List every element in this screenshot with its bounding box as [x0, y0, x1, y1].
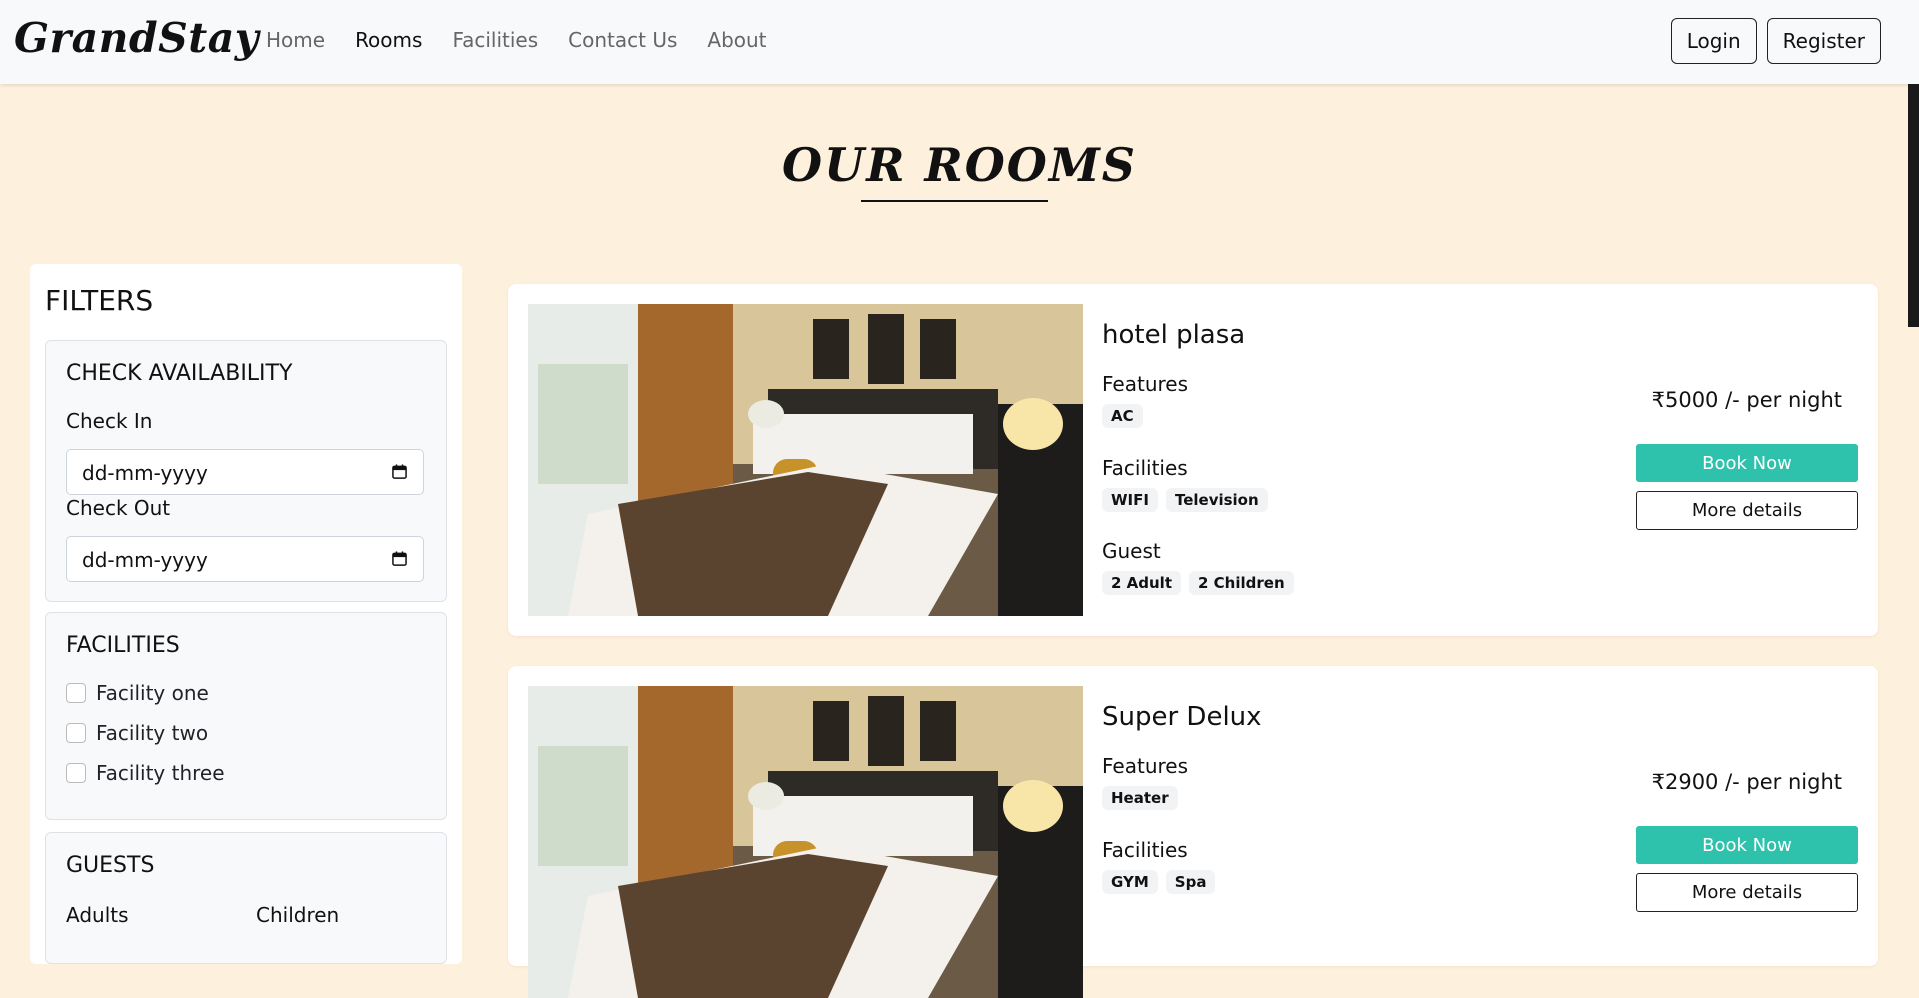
nav-link-home[interactable]: Home — [266, 28, 325, 52]
facility-checkbox[interactable] — [66, 683, 86, 703]
nav-link-facilities[interactable]: Facilities — [452, 28, 538, 52]
features-badges: AC — [1102, 404, 1143, 428]
facility-badge: Television — [1165, 488, 1268, 512]
guest-badge: 2 Children — [1189, 571, 1294, 595]
register-button[interactable]: Register — [1766, 18, 1881, 64]
facilities-filter-box: FACILITIES Facility one Facility two Fac… — [45, 612, 447, 820]
room-card: hotel plasa Features AC Facilities WIFI … — [508, 284, 1878, 636]
facilities-badges: WIFI Television — [1102, 488, 1268, 512]
check-out-label: Check Out — [66, 496, 171, 520]
facilities-filter-title: FACILITIES — [66, 633, 180, 658]
room-name: Super Delux — [1102, 702, 1262, 732]
check-out-input[interactable]: dd-mm-yyyy — [66, 536, 424, 582]
feature-badge: AC — [1102, 404, 1143, 428]
room-image[interactable] — [528, 304, 1083, 616]
filters-title: FILTERS — [45, 284, 154, 317]
features-badges: Heater — [1102, 786, 1178, 810]
facilities-title: Facilities — [1102, 838, 1188, 862]
guests-filter-box: GUESTS Adults Children — [45, 832, 447, 964]
check-in-input[interactable]: dd-mm-yyyy — [66, 449, 424, 495]
facility-option-label: Facility two — [96, 721, 209, 745]
nav-links: Home Rooms Facilities Contact Us About — [266, 28, 767, 52]
adults-label: Adults — [66, 903, 129, 927]
facility-option[interactable]: Facility one — [66, 681, 209, 705]
more-details-button[interactable]: More details — [1636, 873, 1858, 912]
guest-title: Guest — [1102, 539, 1161, 563]
room-photo — [528, 686, 1083, 998]
book-now-button[interactable]: Book Now — [1636, 444, 1858, 482]
auth-buttons: Login Register — [1670, 18, 1881, 64]
login-button[interactable]: Login — [1670, 18, 1757, 64]
children-label: Children — [256, 903, 340, 927]
facility-badge: Spa — [1165, 870, 1216, 894]
facility-option-label: Facility one — [96, 681, 209, 705]
more-details-button[interactable]: More details — [1636, 491, 1858, 530]
guests-filter-title: GUESTS — [66, 853, 155, 878]
room-card: Super Delux Features Heater Facilities G… — [508, 666, 1878, 998]
facility-badge: WIFI — [1102, 488, 1158, 512]
nav-link-about[interactable]: About — [707, 28, 766, 52]
features-title: Features — [1102, 754, 1188, 778]
check-in-value: dd-mm-yyyy — [82, 461, 208, 485]
navbar: GrandStay Home Rooms Facilities Contact … — [0, 0, 1919, 84]
facility-checkbox[interactable] — [66, 723, 86, 743]
book-now-button[interactable]: Book Now — [1636, 826, 1858, 864]
check-availability-title: CHECK AVAILABILITY — [66, 361, 293, 386]
room-name: hotel plasa — [1102, 320, 1246, 350]
guest-badge: 2 Adult — [1102, 571, 1181, 595]
room-price: ₹5000 /- per night — [1651, 388, 1842, 412]
scrollbar[interactable] — [1908, 84, 1919, 327]
page-title: OUR ROOMS — [782, 138, 1137, 192]
facilities-title: Facilities — [1102, 456, 1188, 480]
facility-option-label: Facility three — [96, 761, 225, 785]
calendar-icon[interactable] — [392, 464, 407, 479]
facilities-badges: GYM Spa — [1102, 870, 1216, 894]
filters-panel: FILTERS CHECK AVAILABILITY Check In dd-m… — [30, 264, 462, 964]
room-price: ₹2900 /- per night — [1651, 770, 1842, 794]
nav-link-contact[interactable]: Contact Us — [568, 28, 677, 52]
guest-badges: 2 Adult 2 Children — [1102, 571, 1294, 595]
check-in-label: Check In — [66, 409, 153, 433]
check-out-value: dd-mm-yyyy — [82, 548, 208, 572]
facility-option[interactable]: Facility three — [66, 761, 225, 785]
room-photo — [528, 304, 1083, 616]
facility-checkbox[interactable] — [66, 763, 86, 783]
nav-link-rooms[interactable]: Rooms — [355, 28, 422, 52]
features-title: Features — [1102, 372, 1188, 396]
title-underline — [861, 200, 1048, 202]
check-availability-box: CHECK AVAILABILITY Check In dd-mm-yyyy C… — [45, 340, 447, 602]
room-image[interactable] — [528, 686, 1083, 998]
facility-badge: GYM — [1102, 870, 1158, 894]
facility-option[interactable]: Facility two — [66, 721, 208, 745]
calendar-icon[interactable] — [392, 551, 407, 566]
feature-badge: Heater — [1102, 786, 1178, 810]
brand-logo[interactable]: GrandStay — [14, 14, 259, 62]
